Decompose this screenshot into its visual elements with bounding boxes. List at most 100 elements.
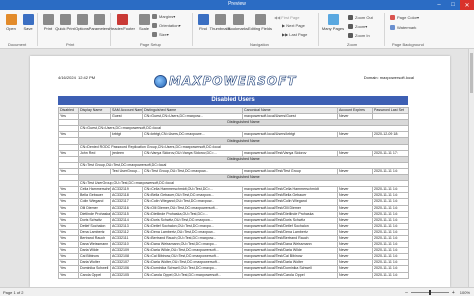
many-pages-button[interactable]: Many Pages: [322, 14, 344, 31]
parameters-icon: [93, 14, 105, 25]
quick-print-label: Quick Print: [55, 26, 75, 31]
bookmarks-button[interactable]: Bookmarks: [228, 14, 249, 31]
margins-icon: [152, 14, 157, 19]
logo-text: MAXPOWERSOFT: [169, 74, 297, 89]
users-table: Disabled Display Name SAM Account Name Dist…: [58, 106, 409, 279]
column-header: Password Last Set: [372, 106, 409, 115]
quick-print-icon: [59, 14, 71, 25]
zoom-in-label: Zoom In: [355, 33, 370, 38]
group-print: Print: [66, 42, 75, 47]
orientation-dropdown[interactable]: Orientation ▾: [152, 23, 181, 28]
size-icon: [152, 32, 157, 37]
zoom-slider[interactable]: [410, 290, 449, 295]
zoom-plus-icon[interactable]: +: [450, 290, 457, 295]
page-color-dropdown[interactable]: Page Color ▾: [390, 15, 419, 20]
zoom-out-button[interactable]: Zoom Out: [348, 15, 373, 20]
window-title: Preview: [228, 1, 246, 7]
print-label: Print: [43, 26, 53, 31]
zoom-slider-thumb[interactable]: [428, 290, 431, 295]
report-page: 4/16/2024 12:42 PM MAXPOWERSOFT Domain: …: [30, 56, 450, 287]
options-button[interactable]: Options: [74, 14, 90, 31]
save-button[interactable]: Save: [20, 14, 36, 31]
quick-print-button[interactable]: Quick Print: [55, 14, 75, 31]
print-button[interactable]: Print: [40, 14, 56, 31]
table-cell: Carola Oppel: [78, 271, 111, 279]
header-footer-button[interactable]: Header/Footer: [109, 14, 135, 31]
report-date: 4/16/2024: [58, 75, 76, 80]
watermark-icon: [390, 25, 395, 30]
chevron-down-icon: ▾: [166, 32, 169, 37]
zoom-out-icon: [348, 15, 353, 20]
globe-icon: [154, 74, 167, 88]
zoom-level: 100%: [459, 290, 470, 295]
watermark-label: Watermark: [397, 25, 417, 30]
next-page-icon: ▶: [282, 23, 286, 28]
table-cell: AC332105: [110, 271, 143, 279]
column-header: SAM Account Name: [110, 106, 143, 115]
editing-fields-button[interactable]: Editing Fields: [248, 14, 272, 31]
margins-dropdown[interactable]: Margins ▾: [152, 14, 175, 19]
orientation-label: Orientation: [159, 23, 179, 28]
size-label: Size: [159, 32, 167, 37]
group-zoom: Zoom: [347, 42, 358, 47]
first-page-icon: ◀◀: [274, 15, 281, 20]
table-cell: 2020-11-11 14:: [372, 271, 409, 279]
scale-label: Scale: [138, 26, 149, 31]
zoom-in-button[interactable]: Zoom In: [348, 33, 370, 38]
save-label: Save: [23, 26, 33, 31]
size-dropdown[interactable]: Size ▾: [152, 32, 169, 37]
title-bar: Preview – □ ✕: [0, 0, 474, 10]
options-icon: [76, 14, 88, 25]
group-separator: [192, 13, 193, 46]
company-logo: MAXPOWERSOFT: [154, 74, 296, 88]
last-page-label: Last Page: [289, 32, 308, 37]
page-color-label: Page Color: [397, 15, 418, 20]
chevron-down-icon: ▾: [173, 14, 176, 19]
zoom-label: Zoom: [355, 24, 366, 29]
report-domain: Domain: maxpowersoft.local: [363, 75, 414, 80]
table-cell: CN=Carola Oppel,OU=Test,DC=maxpowersoft.…: [142, 271, 243, 279]
margins-label: Margins: [159, 14, 174, 19]
thumbnails-button[interactable]: Thumbnails: [210, 14, 230, 31]
zoom-dropdown[interactable]: Zoom ▾: [348, 24, 367, 29]
folder-icon: [5, 14, 17, 25]
group-navigation: Navigation: [250, 42, 269, 47]
next-page-button[interactable]: ▶ Next Page: [282, 23, 305, 28]
find-button[interactable]: Find: [195, 14, 211, 31]
first-page-button[interactable]: ◀◀ First Page: [274, 15, 300, 20]
zoom-control[interactable]: – + 100%: [403, 290, 470, 295]
open-button[interactable]: Open: [3, 14, 19, 31]
find-label: Find: [199, 26, 207, 31]
zoom-in-icon: [348, 33, 353, 38]
report-time: 12:42 PM: [78, 75, 96, 80]
parameters-button[interactable]: Parameters: [88, 14, 110, 31]
bookmarks-icon: [232, 14, 244, 25]
parameters-label: Parameters: [88, 26, 110, 31]
last-page-button[interactable]: ▶▶ Last Page: [282, 32, 307, 37]
group-separator: [37, 13, 38, 46]
watermark-button[interactable]: Watermark: [390, 25, 416, 30]
table-cell: Celia Hammerschmidt: [78, 186, 111, 194]
maximize-icon[interactable]: □: [446, 0, 460, 10]
table-cell: Yes: [58, 271, 79, 279]
status-bar: Page 1 of 2 – + 100%: [0, 287, 474, 296]
options-label: Options: [75, 26, 89, 31]
vertical-scrollbar[interactable]: [468, 49, 474, 287]
first-page-label: First Page: [281, 15, 300, 20]
editing-fields-icon: [254, 14, 266, 25]
group-page-background: Page Background: [392, 42, 424, 47]
orientation-icon: [152, 23, 157, 28]
scale-button[interactable]: Scale: [136, 14, 152, 31]
zoom-out-label: Zoom Out: [355, 15, 373, 20]
group-document: Document: [8, 42, 27, 47]
table-cell: Test UserGroup...: [110, 167, 143, 176]
scroll-thumb[interactable]: [470, 53, 473, 93]
minimize-icon[interactable]: –: [432, 0, 446, 10]
table-cell: maxpowersoft.local/Test/Carola Oppel: [242, 271, 338, 279]
many-pages-label: Many Pages: [321, 26, 345, 31]
group-page-setup: Page Setup: [140, 42, 161, 47]
bookmarks-label: Bookmarks: [228, 26, 249, 31]
zoom-icon: [348, 24, 353, 29]
zoom-minus-icon[interactable]: –: [403, 290, 410, 295]
close-icon[interactable]: ✕: [460, 0, 474, 10]
